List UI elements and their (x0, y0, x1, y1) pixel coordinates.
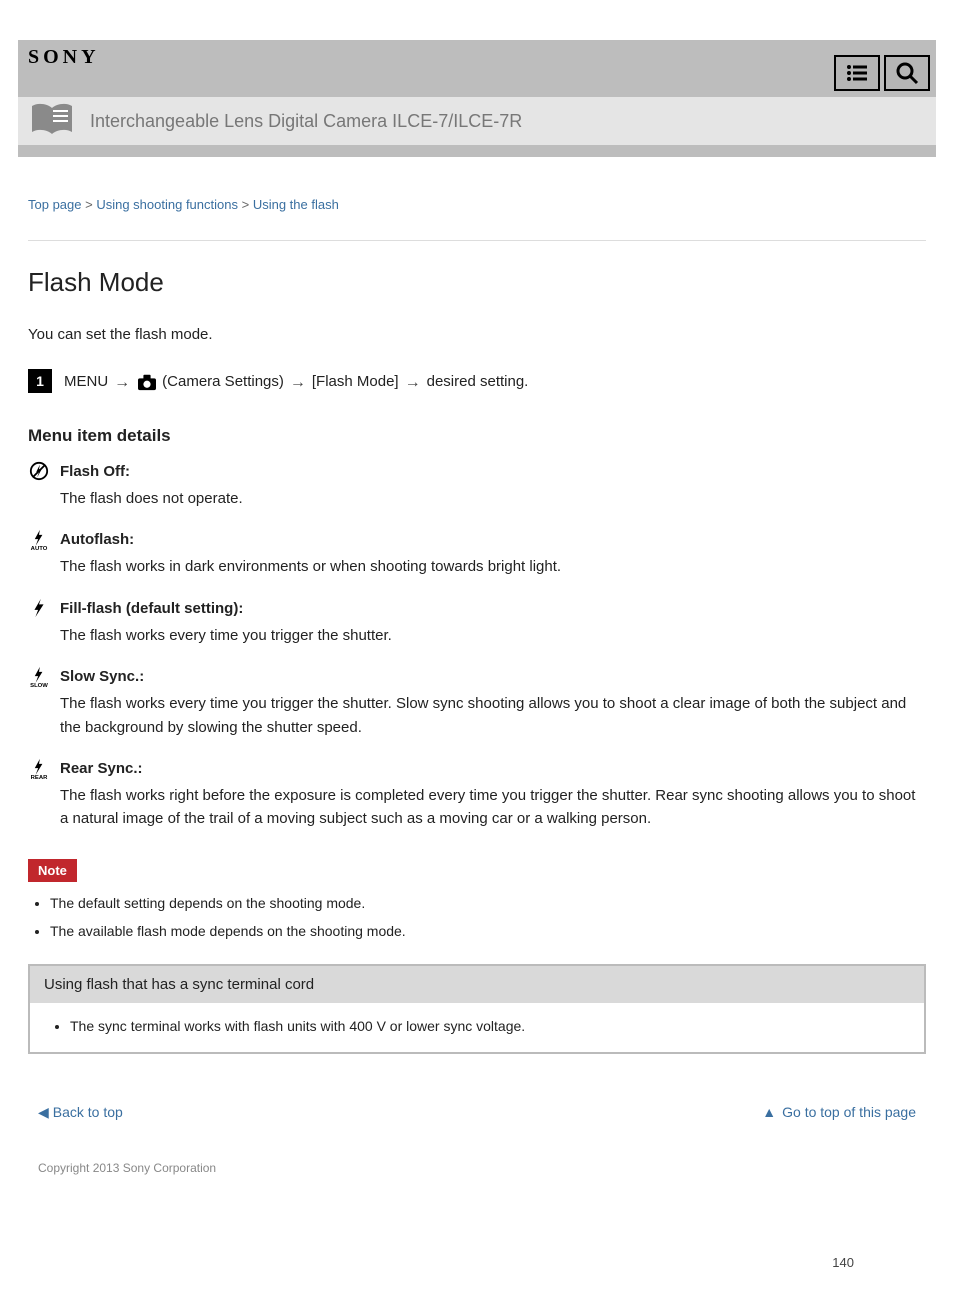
go-to-top-label: Go to top of this page (782, 1104, 916, 1120)
item-title: Fill-flash (default setting): (60, 597, 243, 620)
note-label: Note (28, 859, 77, 882)
hint-body: The sync terminal works with flash units… (30, 1003, 924, 1051)
arrow-icon: → (403, 369, 423, 396)
menu-list-button[interactable] (834, 55, 880, 91)
svg-text:REAR: REAR (31, 775, 48, 780)
step-body: MENU → (Camera Settings) → [Flash Mode] … (64, 369, 528, 396)
item-slowsync: SLOW Slow Sync.: (28, 665, 926, 688)
item-autoflash: AUTO Autoflash: (28, 528, 926, 551)
triangle-left-icon: ▶ (38, 1104, 49, 1121)
product-title: Interchangeable Lens Digital Camera ILCE… (90, 111, 522, 132)
hint-title: Using flash that has a sync terminal cor… (30, 966, 924, 1003)
back-label: Back to top (53, 1104, 123, 1120)
svg-text:AUTO: AUTO (31, 546, 48, 551)
item-desc: The flash does not operate. (60, 487, 926, 510)
note-list: The default setting depends on the shoot… (28, 892, 926, 943)
camera-settings-icon (136, 373, 158, 391)
crumb-sep: > (238, 197, 253, 212)
svg-text:SLOW: SLOW (30, 683, 48, 688)
top-buttons (834, 55, 930, 91)
item-desc: The flash works every time you trigger t… (60, 624, 926, 647)
step-row: 1 MENU → (Camera Settings) → [Flash Mode… (28, 369, 926, 396)
crumb-top[interactable]: Top page (28, 197, 82, 212)
manual-page-icon (28, 102, 76, 141)
list-icon (845, 61, 869, 85)
back-to-top-link[interactable]: ▶Back to top (38, 1104, 123, 1121)
arrow-icon: → (112, 369, 132, 396)
note-item: The available flash mode depends on the … (50, 920, 926, 942)
copyright: Copyright 2013 Sony Corporation (28, 1121, 926, 1195)
search-button[interactable] (884, 55, 930, 91)
hint-item: The sync terminal works with flash units… (70, 1015, 910, 1037)
lead-text: You can set the flash mode. (28, 324, 926, 347)
title-bar: Interchangeable Lens Digital Camera ILCE… (18, 97, 936, 145)
item-desc: The flash works right before the exposur… (60, 784, 926, 831)
flash-auto-icon: AUTO (28, 529, 50, 551)
item-title: Autoflash: (60, 528, 134, 551)
section-heading: Menu item details (28, 426, 926, 446)
brand-logo: SONY (28, 46, 100, 69)
flash-slow-icon: SLOW (28, 666, 50, 688)
hint-box: Using flash that has a sync terminal cor… (28, 964, 926, 1053)
settings-list: Flash Off: The flash does not operate. A… (28, 460, 926, 831)
flash-fill-icon (28, 597, 50, 619)
search-icon (895, 61, 919, 85)
item-title: Flash Off: (60, 460, 130, 483)
triangle-up-icon: ▲ (762, 1104, 776, 1120)
page-title: Flash Mode (28, 267, 926, 298)
item-fillflash: Fill-flash (default setting): (28, 597, 926, 620)
item-desc: The flash works every time you trigger t… (60, 692, 926, 739)
page-footer: ▶Back to top ▲ Go to top of this page (28, 1104, 926, 1121)
crumb-cat[interactable]: Using shooting functions (96, 197, 238, 212)
grey-strip (18, 145, 936, 157)
step-text-menu: MENU (64, 369, 108, 395)
crumb-sub[interactable]: Using the flash (253, 197, 339, 212)
breadcrumb: Top page > Using shooting functions > Us… (28, 197, 926, 212)
page-number: 140 (18, 1215, 954, 1290)
item-flashoff: Flash Off: (28, 460, 926, 483)
go-to-top-link[interactable]: ▲ Go to top of this page (762, 1104, 916, 1120)
arrow-icon: → (288, 369, 308, 396)
top-bar: SONY (18, 40, 936, 97)
note-item: The default setting depends on the shoot… (50, 892, 926, 914)
flash-rear-icon: REAR (28, 758, 50, 780)
flash-off-icon (28, 460, 50, 482)
step-number-badge: 1 (28, 369, 52, 393)
item-title: Slow Sync.: (60, 665, 144, 688)
crumb-sep: > (82, 197, 97, 212)
item-title: Rear Sync.: (60, 757, 143, 780)
step-text-camsettings: (Camera Settings) (162, 369, 284, 395)
step-text-desired: desired setting. (427, 369, 529, 395)
step-text-flashmode: [Flash Mode] (312, 369, 399, 395)
item-rearsync: REAR Rear Sync.: (28, 757, 926, 780)
item-desc: The flash works in dark environments or … (60, 555, 926, 578)
